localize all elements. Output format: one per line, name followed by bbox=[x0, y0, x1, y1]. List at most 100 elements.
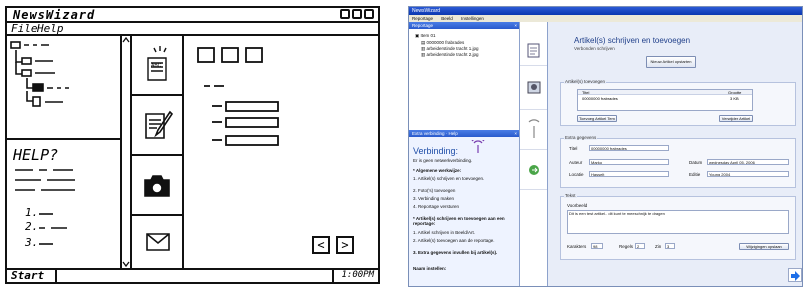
sketch-status-bar: Start 1:00PM bbox=[7, 268, 378, 282]
zin-value: 3 bbox=[665, 243, 675, 249]
save-changes-button-label: Wijzigingen opslaan bbox=[746, 244, 782, 249]
next-step-button[interactable] bbox=[788, 268, 802, 282]
help-panel-title: Extra verbinding · Help bbox=[412, 131, 458, 136]
sketch-main-area: < > bbox=[184, 36, 378, 268]
extra-section: Extra gegevens Titel 00000000 frabrades … bbox=[560, 135, 796, 188]
zin-label: Zin bbox=[655, 244, 662, 249]
app-window: NewsWizard Reportage Beeld Instellingen … bbox=[408, 6, 803, 287]
sketch-scrollbar-arrows bbox=[122, 36, 130, 268]
page-title: Artikel(s) schrijven en toevoegen bbox=[574, 36, 691, 45]
menu-reportage[interactable]: Reportage bbox=[412, 16, 433, 21]
extra-section-label: Extra gegevens bbox=[564, 135, 598, 140]
tree-item-label: arbeiderstinde tracht 1.jpg bbox=[426, 46, 479, 51]
new-article-button-label: Nieuw Artikel opstarten bbox=[650, 59, 692, 64]
sketch-window-controls bbox=[340, 9, 374, 19]
help-line: * Artikel(s) schrijven en toevoegen aan … bbox=[413, 216, 505, 227]
tool-connect[interactable] bbox=[520, 110, 547, 150]
sketch-main-drawing bbox=[197, 47, 279, 146]
karakters-value: 98 bbox=[591, 243, 603, 249]
reportage-tree-panel: Reportage × ▣ Item 01 ▤ 0000000 frabrades… bbox=[409, 22, 520, 130]
tree-panel-title: Reportage bbox=[412, 23, 434, 28]
help-line: 3. Extra gegevens invullen bij artikel(s… bbox=[413, 250, 498, 255]
sketch-help-step-2: 2. bbox=[25, 220, 39, 233]
sketch-status-divider bbox=[55, 270, 57, 282]
antenna-icon bbox=[471, 140, 485, 153]
tool-send[interactable] bbox=[520, 150, 547, 190]
remove-article-button-label: Verwijder Artikel bbox=[721, 116, 751, 121]
sketch-left-panel: HELP? 1. 2. 3. bbox=[7, 36, 122, 268]
sketch-prev-button[interactable]: < bbox=[312, 236, 330, 254]
sketch-title-bar: NewsWizard bbox=[7, 8, 378, 23]
write-article-icon bbox=[527, 43, 540, 58]
help-line: Er is geen netwerkverbinding. bbox=[413, 158, 473, 163]
minimize-icon[interactable] bbox=[340, 9, 350, 19]
arrow-right-icon bbox=[791, 271, 800, 281]
photo-icon bbox=[527, 81, 541, 94]
datum-field[interactable]: wednesday April 05, 2006 bbox=[707, 159, 789, 165]
sketch-tile-3 bbox=[245, 47, 263, 63]
save-changes-button[interactable]: Wijzigingen opslaan bbox=[739, 243, 789, 250]
close-icon[interactable]: × bbox=[514, 22, 517, 29]
tool-photo[interactable] bbox=[520, 66, 547, 110]
help-line: 1. Artikel(s) schrijven en toevoegen. bbox=[413, 176, 485, 181]
titel-field[interactable]: 00000000 frabrades bbox=[589, 145, 669, 151]
table-cell-title: 00000000 frabrades bbox=[582, 96, 618, 101]
sketch-tool-write-article[interactable]: ABC bbox=[132, 36, 182, 96]
help-panel-header: Extra verbinding · Help × bbox=[409, 130, 519, 137]
editie-label: Editie bbox=[689, 172, 701, 177]
remove-article-button[interactable]: Verwijder Artikel bbox=[719, 115, 753, 122]
help-line: 2. Artikel(s) toevoegen aan de reportage… bbox=[413, 238, 495, 243]
help-line: 2. Foto('s) toevoegen bbox=[413, 188, 456, 193]
sketch-tool-photo[interactable] bbox=[132, 156, 182, 216]
editie-select[interactable]: Young 2004 bbox=[707, 171, 789, 177]
karakters-label: Karakters bbox=[567, 244, 587, 249]
menu-instellingen[interactable]: Instellingen bbox=[461, 16, 484, 21]
new-article-button[interactable]: Nieuw Artikel opstarten bbox=[646, 56, 696, 68]
sketch-menu-help[interactable]: Help bbox=[37, 22, 64, 35]
voorbeeld-label: Voorbeeld bbox=[567, 203, 588, 208]
close-icon[interactable] bbox=[364, 9, 374, 19]
sketch-tool-edit[interactable] bbox=[132, 96, 182, 156]
table-header-size: Grootte bbox=[728, 90, 742, 95]
tool-write-article[interactable] bbox=[520, 36, 547, 66]
send-icon bbox=[529, 165, 539, 175]
sketch-tree-drawing bbox=[10, 41, 69, 107]
sketch-help-step-1: 1. bbox=[25, 206, 39, 219]
main-content: Artikel(s) schrijven en toevoegen Verbon… bbox=[548, 22, 802, 286]
page-subtitle: Verbonden schrijven bbox=[574, 46, 615, 51]
auteur-label: Auteur bbox=[569, 160, 583, 165]
locatie-label: Locatie bbox=[569, 172, 584, 177]
add-article-button[interactable]: Toevoeg Artikel Tem bbox=[577, 115, 617, 122]
help-line: 4. Reportage versturen bbox=[413, 204, 460, 209]
sketch-tile-1 bbox=[197, 47, 215, 63]
sketch-start-button[interactable]: Start bbox=[11, 269, 44, 282]
sketch-tool-send[interactable] bbox=[132, 216, 182, 268]
pencil-notepad-icon bbox=[145, 110, 174, 139]
auteur-field[interactable]: Marko bbox=[589, 159, 669, 165]
sketch-window: NewsWizard File Help HELP? 1. 2. 3. ABC … bbox=[5, 6, 380, 284]
sketch-menu-file[interactable]: File bbox=[11, 22, 38, 35]
help-panel: Extra verbinding · Help × Verbinding: Er … bbox=[409, 130, 520, 286]
articles-section-label: Artikel(s) toevoegen bbox=[564, 79, 607, 84]
voorbeeld-textarea[interactable]: Dit is een test artikel.. dit kunt te me… bbox=[567, 210, 789, 234]
tool-strip bbox=[520, 22, 548, 286]
sketch-next-button[interactable]: > bbox=[336, 236, 354, 254]
locatie-field[interactable]: Hasselt bbox=[589, 171, 669, 177]
envelope-icon bbox=[146, 233, 170, 251]
svg-text:ABC: ABC bbox=[151, 63, 162, 69]
tekst-section-label: Tekst bbox=[564, 193, 577, 198]
sketch-scrollbar[interactable] bbox=[122, 36, 132, 268]
tekst-section: Tekst Voorbeeld Dit is een test artikel.… bbox=[560, 193, 796, 260]
maximize-icon[interactable] bbox=[352, 9, 362, 19]
sketch-tree bbox=[7, 36, 120, 140]
help-line: 3. Verbinding maken bbox=[413, 196, 455, 201]
sketch-clock: 1:00PM bbox=[341, 270, 374, 280]
tree-item[interactable]: ▣ Item 01 bbox=[415, 33, 436, 39]
close-icon[interactable]: × bbox=[514, 130, 517, 137]
help-title: Verbinding: bbox=[413, 146, 459, 156]
antenna-icon bbox=[528, 119, 540, 138]
tree-item[interactable]: ▥ arbeiderstinde tracht 2.jpg bbox=[421, 52, 479, 58]
table-row[interactable]: 00000000 frabrades 3 KB bbox=[578, 96, 752, 101]
regels-value: 2 bbox=[635, 243, 645, 249]
menu-beeld[interactable]: Beeld bbox=[441, 16, 453, 21]
